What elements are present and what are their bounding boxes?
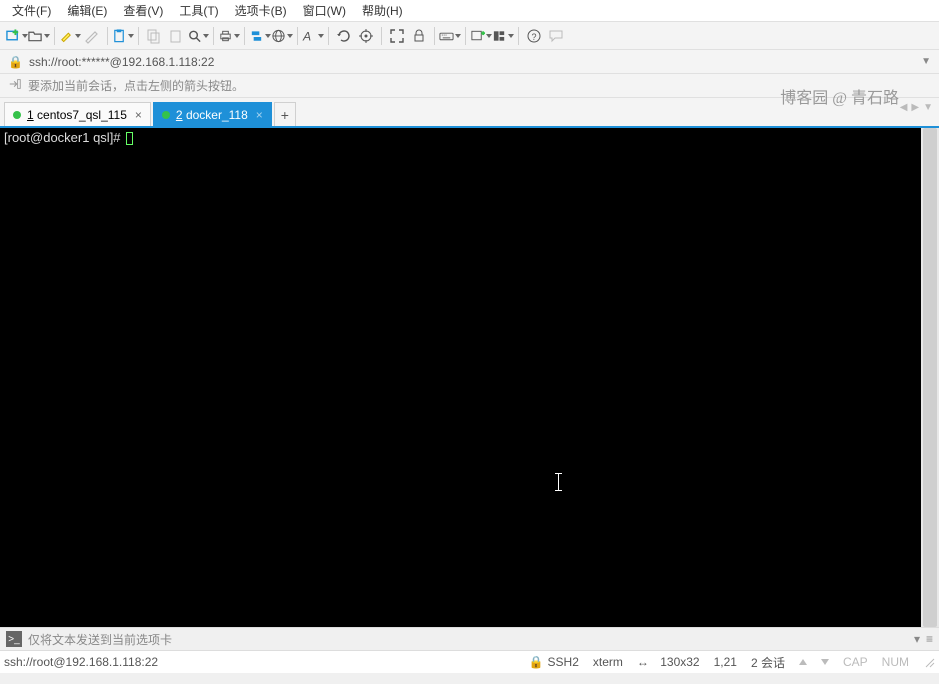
menu-bar: 文件(F) 编辑(E) 查看(V) 工具(T) 选项卡(B) 窗口(W) 帮助(…	[0, 0, 939, 22]
text-caret-icon	[558, 473, 559, 491]
size-icon: ↔	[637, 655, 649, 669]
menu-tools[interactable]: 工具(T)	[171, 0, 226, 21]
status-protocol: 🔒SSH2	[529, 655, 579, 669]
menu-edit[interactable]: 编辑(E)	[59, 0, 115, 21]
status-resize-grip-icon[interactable]	[923, 656, 935, 668]
tab-next-icon[interactable]: ▶	[911, 102, 919, 113]
tab-centos7[interactable]: 1 centos7_qsl_115 ×	[4, 102, 151, 126]
help-button[interactable]: ?	[523, 25, 545, 47]
status-cap: CAP	[843, 655, 868, 669]
tab-number: 1	[27, 108, 34, 122]
paste-button[interactable]	[112, 25, 134, 47]
tab-strip: 1 centos7_qsl_115 × 2 docker_118 × +	[0, 98, 939, 126]
font-button[interactable]: A	[302, 25, 324, 47]
tab-nav-arrows[interactable]: ◀ ▶ ▼	[900, 102, 933, 113]
tab-list-dropdown-icon[interactable]: ▼	[923, 102, 933, 113]
toolbar-separator	[107, 27, 108, 45]
status-dot-icon	[162, 111, 170, 119]
send-dropdown-icon[interactable]: ▾	[914, 632, 920, 646]
toolbar-separator	[138, 27, 139, 45]
status-dot-icon	[13, 111, 21, 119]
vertical-scrollbar[interactable]	[921, 128, 939, 627]
hint-text: 要添加当前会话，点击左侧的箭头按钮。	[28, 77, 244, 94]
chat-button[interactable]	[545, 25, 567, 47]
send-menu-icon[interactable]: ≡	[926, 632, 933, 646]
status-connection: ssh://root@192.168.1.118:22	[4, 655, 158, 669]
tab-close-icon[interactable]: ×	[135, 108, 142, 122]
menu-tabs[interactable]: 选项卡(B)	[227, 0, 295, 21]
target-button[interactable]	[355, 25, 377, 47]
refresh-button[interactable]	[333, 25, 355, 47]
send-placeholder[interactable]: 仅将文本发送到当前选项卡	[28, 631, 172, 648]
status-sessions: 2 会话	[751, 654, 785, 671]
status-upload-icon	[799, 659, 807, 665]
toolbar-separator	[518, 27, 519, 45]
toolbar: A ?	[0, 22, 939, 50]
new-session-button[interactable]	[6, 25, 28, 47]
paste-clipboard-button[interactable]	[165, 25, 187, 47]
terminal-cursor	[126, 132, 133, 145]
open-button[interactable]	[28, 25, 50, 47]
status-num: NUM	[882, 655, 909, 669]
tab-close-icon[interactable]: ×	[256, 108, 263, 122]
tab-label: centos7_qsl_115	[37, 108, 127, 122]
toolbar-separator	[328, 27, 329, 45]
toolbar-separator	[465, 27, 466, 45]
keyboard-button[interactable]	[439, 25, 461, 47]
scrollbar-thumb[interactable]	[923, 128, 937, 627]
tab-prev-icon[interactable]: ◀	[900, 102, 908, 113]
tab-label: docker_118	[186, 108, 248, 122]
toolbar-separator	[54, 27, 55, 45]
address-bar[interactable]: 🔒 ssh://root:******@192.168.1.118:22 ▼	[0, 50, 939, 74]
highlight-button[interactable]	[59, 25, 81, 47]
tab-add-button[interactable]: +	[274, 102, 296, 126]
terminal-prompt: [root@docker1 qsl]#	[4, 130, 124, 145]
svg-text:A: A	[302, 29, 311, 43]
send-command-bar[interactable]: >_ 仅将文本发送到当前选项卡 ▾ ≡	[0, 627, 939, 651]
svg-text:?: ?	[532, 32, 537, 42]
tab-number: 2	[176, 108, 183, 122]
new-window-button[interactable]	[470, 25, 492, 47]
status-cursor-pos: 1,21	[714, 655, 737, 669]
lock-icon: 🔒	[529, 655, 544, 669]
menu-help[interactable]: 帮助(H)	[354, 0, 411, 21]
status-size: ↔ 130x32	[637, 655, 700, 669]
menu-view[interactable]: 查看(V)	[115, 0, 171, 21]
lock-button[interactable]	[408, 25, 430, 47]
lock-icon: 🔒	[8, 55, 23, 69]
address-dropdown-icon[interactable]: ▼	[921, 56, 931, 67]
toolbar-separator	[434, 27, 435, 45]
find-button[interactable]	[187, 25, 209, 47]
send-icon: >_	[6, 631, 22, 647]
address-text[interactable]: ssh://root:******@192.168.1.118:22	[29, 55, 921, 69]
menu-window[interactable]: 窗口(W)	[295, 0, 354, 21]
menu-file[interactable]: 文件(F)	[4, 0, 59, 21]
globe-button[interactable]	[271, 25, 293, 47]
print-button[interactable]	[218, 25, 240, 47]
terminal[interactable]: [root@docker1 qsl]#	[0, 128, 921, 627]
terminal-container: [root@docker1 qsl]#	[0, 126, 939, 627]
status-download-icon	[821, 659, 829, 665]
toolbar-separator	[213, 27, 214, 45]
tab-docker118[interactable]: 2 docker_118 ×	[153, 102, 272, 126]
hint-bar: 要添加当前会话，点击左侧的箭头按钮。	[0, 74, 939, 98]
toolbar-separator	[297, 27, 298, 45]
transfer-button[interactable]	[249, 25, 271, 47]
tab-area: 博客园 @ 青石路 ◀ ▶ ▼ 1 centos7_qsl_115 × 2 do…	[0, 98, 939, 126]
status-term-type: xterm	[593, 655, 623, 669]
copy-button[interactable]	[143, 25, 165, 47]
toolbar-separator	[381, 27, 382, 45]
fullscreen-button[interactable]	[386, 25, 408, 47]
status-bar: ssh://root@192.168.1.118:22 🔒SSH2 xterm …	[0, 651, 939, 673]
bookmark-arrow-icon[interactable]	[8, 77, 22, 94]
edit-button[interactable]	[81, 25, 103, 47]
layout-button[interactable]	[492, 25, 514, 47]
toolbar-separator	[244, 27, 245, 45]
